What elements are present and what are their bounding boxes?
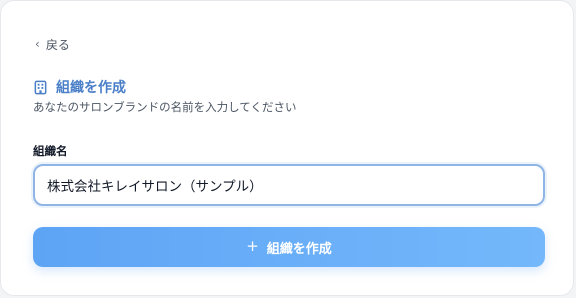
org-name-input[interactable]	[47, 166, 533, 204]
page-subtitle: あなたのサロンブランドの名前を入力してください	[33, 100, 297, 114]
building-icon	[33, 80, 48, 95]
page-title-row: 組織を作成	[33, 77, 126, 97]
org-name-field-container	[33, 164, 545, 206]
create-organization-button-label: 組織を作成	[266, 241, 332, 257]
create-organization-card: ‹ 戻る 組織を作成 あなたのサロンブランドの名前を入力してください 組織名 +…	[0, 0, 574, 296]
chevron-left-icon: ‹	[35, 36, 40, 51]
page-title: 組織を作成	[56, 80, 126, 96]
create-organization-button[interactable]: + 組織を作成	[33, 227, 545, 267]
back-link-label: 戻る	[45, 38, 70, 52]
org-name-label: 組織名	[33, 144, 68, 158]
back-link[interactable]: ‹ 戻る	[35, 36, 70, 53]
plus-icon: +	[246, 236, 259, 255]
